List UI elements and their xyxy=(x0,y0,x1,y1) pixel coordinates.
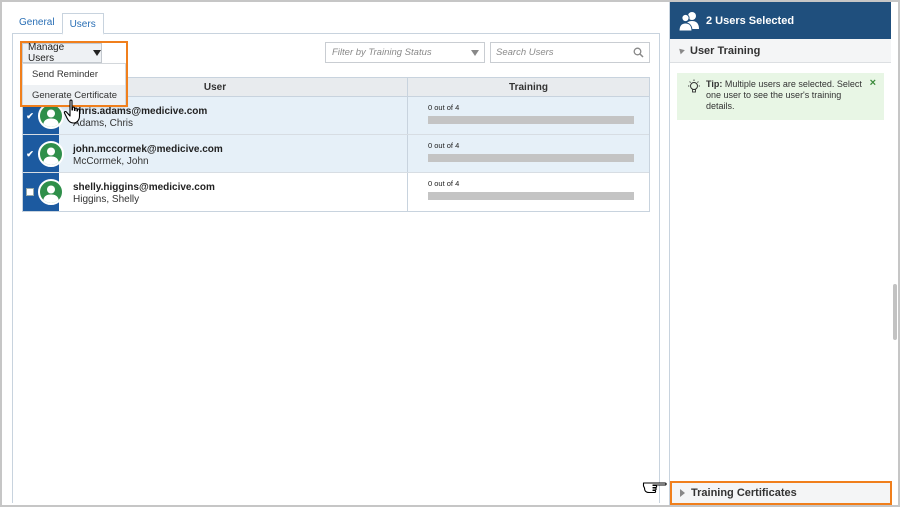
tab-general[interactable]: General xyxy=(12,12,62,34)
users-group-icon xyxy=(678,11,699,31)
training-count: 0 out of 4 xyxy=(428,179,460,188)
tip-body: Tip: Multiple users are selected. Select… xyxy=(706,79,876,112)
column-header-training[interactable]: Training xyxy=(408,78,649,96)
search-box xyxy=(490,42,650,63)
training-progress-bar xyxy=(428,154,634,162)
user-cell: john.mccormek@medicive.com McCormek, John xyxy=(59,135,408,172)
training-certificates-title: Training Certificates xyxy=(691,487,797,499)
user-email[interactable]: john.mccormek@medicive.com xyxy=(73,144,407,155)
table-row[interactable]: shelly.higgins@medicive.com Higgins, Shel… xyxy=(23,173,649,211)
training-cell: 0 out of 4 xyxy=(408,173,649,211)
user-name: Adams, Chris xyxy=(73,118,134,129)
training-status-filter[interactable]: Filter by Training Status xyxy=(325,42,485,63)
close-icon[interactable]: × xyxy=(870,78,876,89)
filter-placeholder: Filter by Training Status xyxy=(332,47,432,58)
training-certificates-section-header[interactable]: Training Certificates xyxy=(670,481,892,505)
user-training-section-header[interactable]: User Training xyxy=(670,39,891,63)
user-name: Higgins, Shelly xyxy=(73,194,140,205)
scrollbar-thumb[interactable] xyxy=(893,284,897,340)
search-input[interactable] xyxy=(491,43,631,62)
row-select-cell: ✔ xyxy=(23,135,37,172)
manage-users-button[interactable]: Manage Users xyxy=(22,42,102,64)
user-cell: shelly.higgins@medicive.com Higgins, Shel… xyxy=(59,173,408,211)
avatar-cell xyxy=(37,135,64,172)
tip-label: Tip: xyxy=(706,79,723,89)
training-progress-bar xyxy=(428,116,634,124)
dropdown-arrow-icon xyxy=(471,50,479,56)
user-email[interactable]: shelly.higgins@medicive.com xyxy=(73,182,407,193)
table-row[interactable]: ✔ john.mccormek@medicive.com McCormek, Joh… xyxy=(23,135,649,173)
selection-count-title: 2 Users Selected xyxy=(706,14,795,27)
training-count: 0 out of 4 xyxy=(428,141,460,150)
user-email[interactable]: chris.adams@medicive.com xyxy=(73,106,407,117)
avatar-cell xyxy=(37,173,64,211)
collapse-triangle-icon xyxy=(677,46,685,55)
user-avatar-icon xyxy=(38,179,64,205)
manage-users-label: Manage Users xyxy=(28,42,65,64)
pointing-hand-icon xyxy=(642,482,667,494)
expand-triangle-icon xyxy=(680,489,685,497)
tip-text: Multiple users are selected. Select one … xyxy=(706,79,862,111)
tip-message: Tip: Multiple users are selected. Select… xyxy=(677,73,884,120)
caret-down-icon xyxy=(93,50,101,56)
row-checkbox[interactable] xyxy=(26,188,34,196)
row-checkbox[interactable]: ✔ xyxy=(26,111,34,120)
menu-item-send-reminder[interactable]: Send Reminder xyxy=(23,64,125,85)
user-name: McCormek, John xyxy=(73,156,149,167)
training-progress-bar xyxy=(428,192,634,200)
lightbulb-icon xyxy=(688,79,700,93)
training-cell: 0 out of 4 xyxy=(408,97,649,134)
tab-users[interactable]: Users xyxy=(61,13,104,35)
hand-cursor-icon xyxy=(63,99,81,124)
selection-details-panel: 2 Users Selected User Training Tip: Mult… xyxy=(669,2,892,505)
user-avatar-icon xyxy=(38,141,64,167)
tab-bar: General Users xyxy=(12,12,104,35)
selection-header: 2 Users Selected xyxy=(670,2,891,39)
row-select-cell xyxy=(23,173,37,211)
training-cell: 0 out of 4 xyxy=(408,135,649,172)
user-training-title: User Training xyxy=(690,44,761,57)
search-icon[interactable] xyxy=(633,47,644,58)
row-checkbox[interactable]: ✔ xyxy=(26,149,34,158)
training-count: 0 out of 4 xyxy=(428,103,460,112)
